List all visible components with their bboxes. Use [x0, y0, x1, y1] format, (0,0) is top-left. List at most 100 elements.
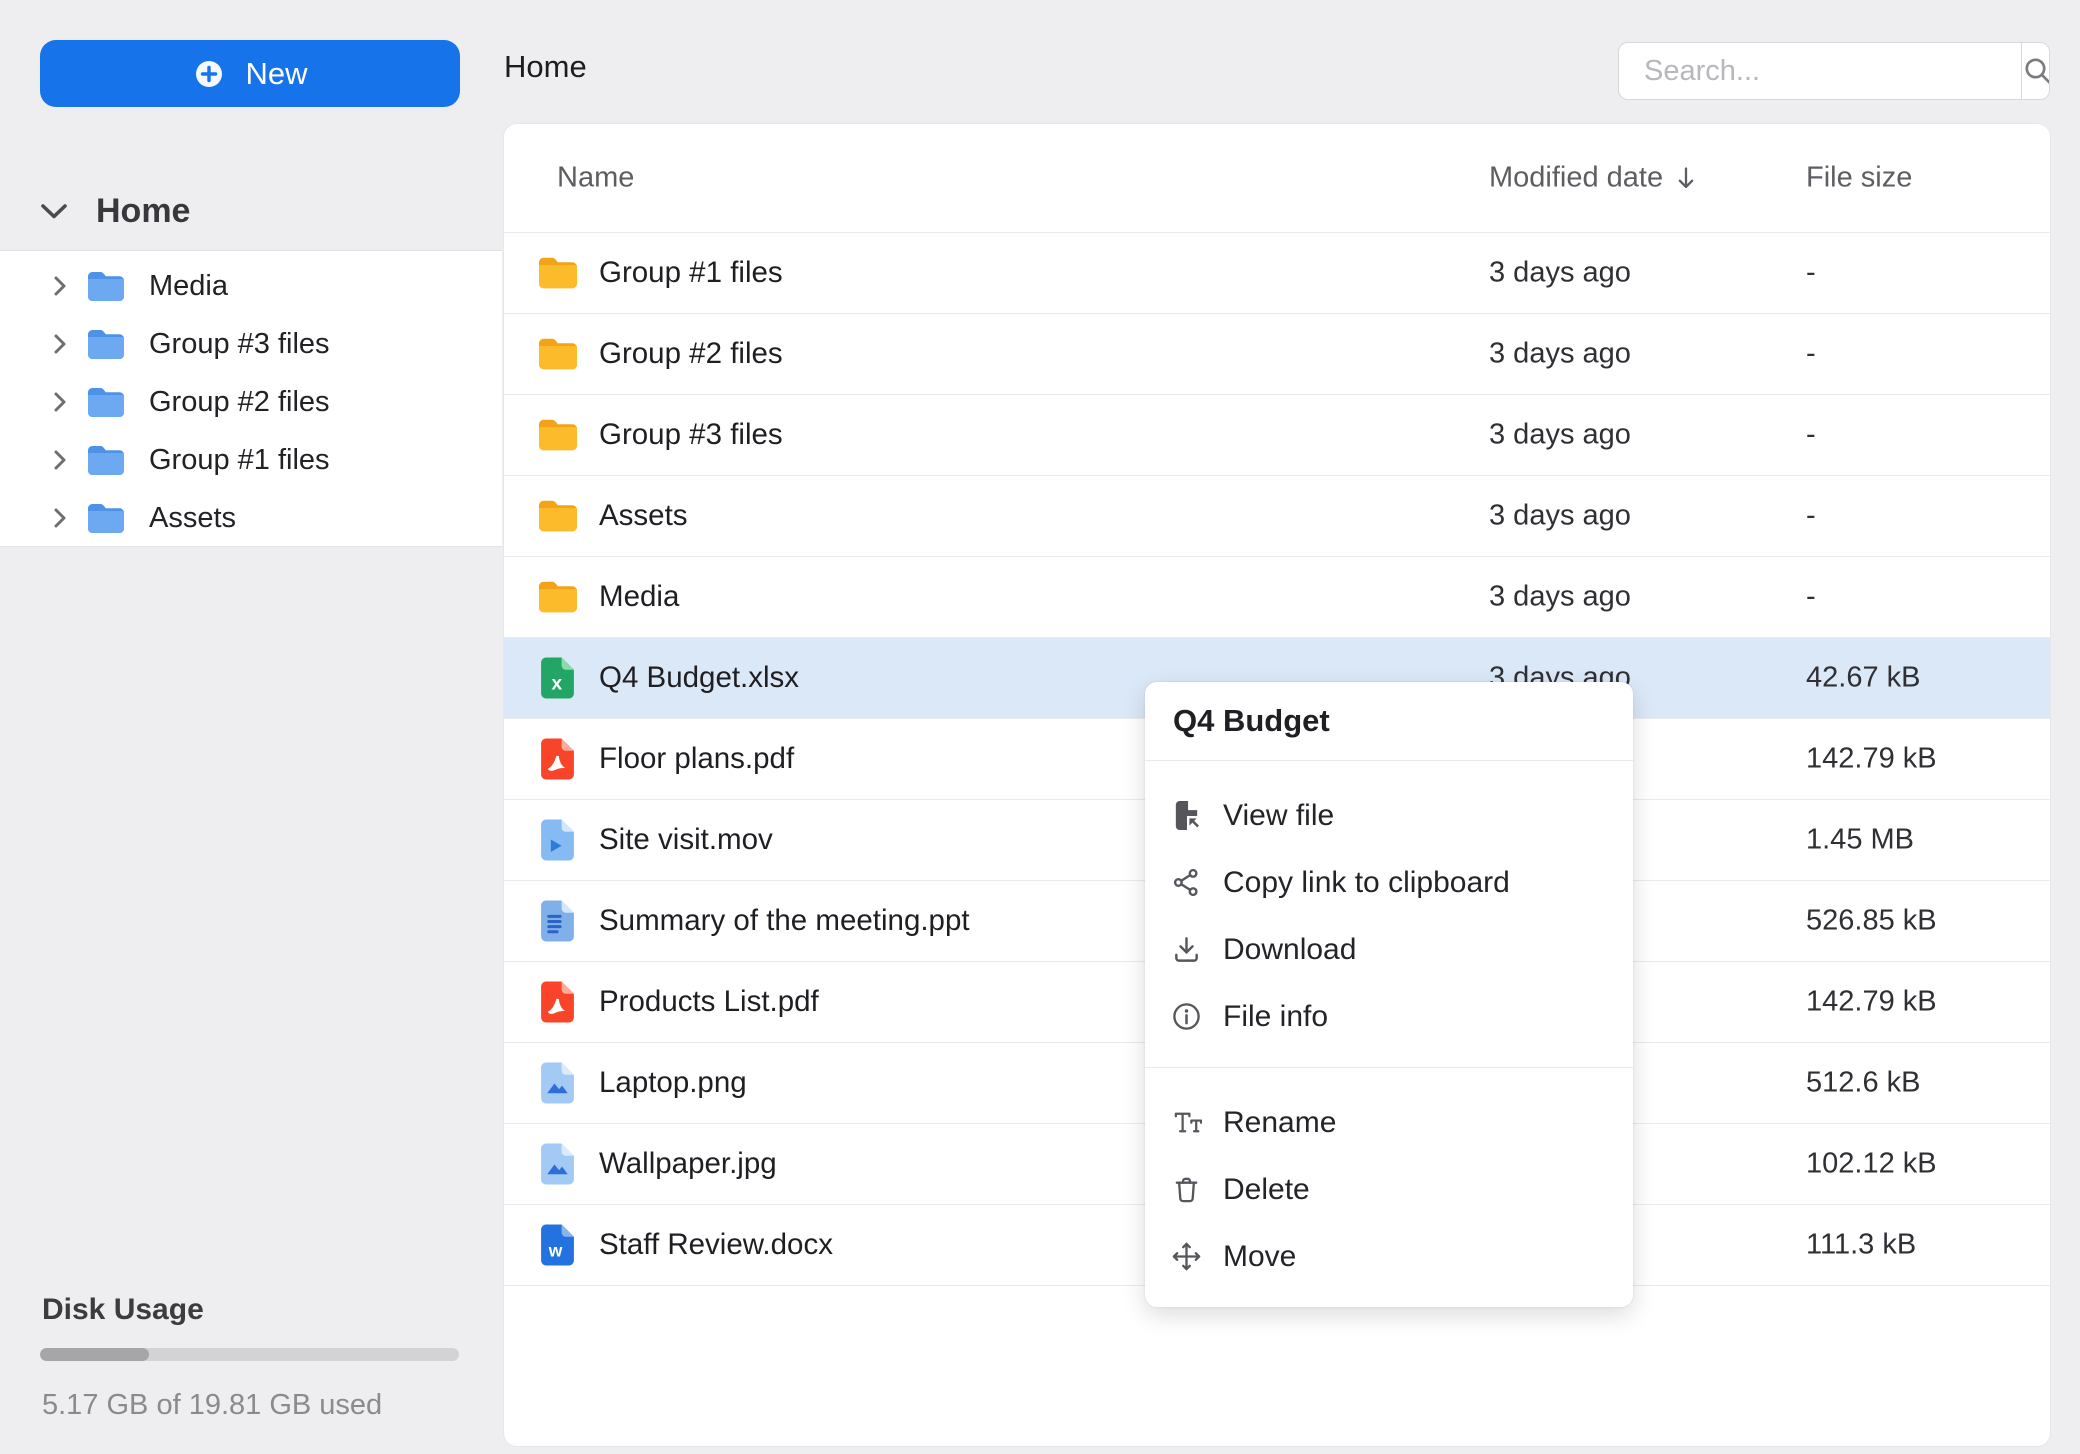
file-size: - — [1806, 499, 1816, 532]
menu-item-label: Move — [1223, 1239, 1297, 1273]
search-icon — [2022, 55, 2049, 87]
sidebar-home-header[interactable]: Home — [40, 192, 190, 231]
folder-icon — [88, 445, 124, 475]
file-name: Group #3 files — [599, 418, 783, 451]
column-header-name[interactable]: Name — [557, 162, 634, 195]
menu-item-rename[interactable]: Rename — [1145, 1089, 1633, 1156]
file-size: - — [1806, 256, 1816, 289]
file-size: - — [1806, 580, 1816, 613]
folder-icon — [88, 329, 124, 359]
search-box — [1618, 42, 2050, 100]
info-icon — [1171, 1001, 1202, 1032]
docx-file-icon: w — [541, 1224, 574, 1266]
menu-item-label: File info — [1223, 999, 1329, 1033]
sidebar-item-group-1-files[interactable]: Group #1 files — [0, 431, 502, 489]
file-size: 142.79 kB — [1806, 742, 1937, 775]
file-size: 142.79 kB — [1806, 985, 1937, 1018]
file-modified: 3 days ago — [1489, 580, 1631, 613]
search-button[interactable] — [2021, 43, 2049, 99]
chevron-right-icon[interactable] — [53, 275, 67, 297]
file-name: Summary of the meeting.ppt — [599, 904, 970, 937]
breadcrumb[interactable]: Home — [504, 49, 587, 85]
disk-usage-text: 5.17 GB of 19.81 GB used — [42, 1389, 383, 1421]
sidebar-item-assets[interactable]: Assets — [0, 489, 502, 547]
sidebar-item-group-3-files[interactable]: Group #3 files — [0, 315, 502, 373]
folder-icon — [539, 257, 577, 289]
menu-item-delete[interactable]: Delete — [1145, 1156, 1633, 1223]
menu-item-view-file[interactable]: View file — [1145, 782, 1633, 849]
folder-icon — [539, 338, 577, 370]
video-file-icon — [541, 819, 574, 861]
file-name: Media — [599, 580, 680, 613]
file-size: - — [1806, 337, 1816, 370]
file-name: Staff Review.docx — [599, 1228, 833, 1261]
chevron-down-icon — [40, 203, 68, 220]
file-size: 102.12 kB — [1806, 1147, 1937, 1180]
folder-icon — [88, 503, 124, 533]
table-row-group-3-files[interactable]: Group #3 files 3 days ago - — [504, 395, 2050, 476]
table-row-assets[interactable]: Assets 3 days ago - — [504, 476, 2050, 557]
disk-usage-title: Disk Usage — [42, 1293, 204, 1326]
file-name: Products List.pdf — [599, 985, 819, 1018]
context-menu-title: Q4 Budget — [1145, 682, 1633, 761]
xlsx-file-icon: x — [541, 657, 574, 699]
table-row-group-1-files[interactable]: Group #1 files 3 days ago - — [504, 233, 2050, 314]
folder-icon — [539, 500, 577, 532]
file-modified: 3 days ago — [1489, 337, 1631, 370]
pdf-file-icon — [541, 738, 574, 780]
table-row-group-2-files[interactable]: Group #2 files 3 days ago - — [504, 314, 2050, 395]
sidebar-item-label: Group #3 files — [149, 327, 330, 360]
chevron-right-icon[interactable] — [53, 333, 67, 355]
file-name: Group #2 files — [599, 337, 783, 370]
context-menu: Q4 Budget View file Copy link to clipboa… — [1145, 682, 1633, 1307]
menu-item-move[interactable]: Move — [1145, 1223, 1633, 1290]
column-header-modified[interactable]: Modified date — [1489, 162, 1697, 195]
column-header-modified-label: Modified date — [1489, 161, 1664, 194]
sidebar-item-label: Media — [149, 269, 228, 302]
file-name: Site visit.mov — [599, 823, 773, 856]
disk-usage-progressbar — [40, 1348, 459, 1361]
table-row-media[interactable]: Media 3 days ago - — [504, 557, 2050, 638]
file-size: - — [1806, 418, 1816, 451]
context-menu-section-primary: View file Copy link to clipboard Downloa… — [1145, 761, 1633, 1067]
svg-text:x: x — [551, 672, 562, 694]
image-file-icon — [541, 1062, 574, 1104]
folder-icon — [539, 581, 577, 613]
plus-circle-icon — [192, 57, 226, 91]
file-modified: 3 days ago — [1489, 256, 1631, 289]
new-button[interactable]: New — [40, 40, 460, 107]
sidebar-item-label: Group #2 files — [149, 385, 330, 418]
column-header-size[interactable]: File size — [1806, 162, 1912, 195]
search-input[interactable] — [1619, 43, 2021, 99]
menu-item-copy-link[interactable]: Copy link to clipboard — [1145, 849, 1633, 916]
sidebar-item-label: Assets — [149, 501, 237, 534]
view-file-icon — [1171, 800, 1202, 831]
sidebar-home-label: Home — [96, 192, 191, 230]
table-header-row: Name Modified date File size — [504, 124, 2050, 233]
chevron-right-icon[interactable] — [53, 449, 67, 471]
file-size: 111.3 kB — [1806, 1228, 1917, 1261]
ppt-file-icon — [541, 900, 574, 942]
file-size: 512.6 kB — [1806, 1066, 1921, 1099]
chevron-right-icon[interactable] — [53, 507, 67, 529]
file-size: 42.67 kB — [1806, 661, 1921, 694]
menu-item-label: Delete — [1223, 1172, 1310, 1206]
file-name: Wallpaper.jpg — [599, 1147, 777, 1180]
svg-text:w: w — [548, 1240, 563, 1260]
move-icon — [1171, 1241, 1202, 1272]
file-name: Floor plans.pdf — [599, 742, 795, 775]
download-icon — [1171, 934, 1202, 965]
menu-item-label: Copy link to clipboard — [1223, 865, 1510, 899]
folder-icon — [88, 387, 124, 417]
sidebar-item-group-2-files[interactable]: Group #2 files — [0, 373, 502, 431]
menu-item-download[interactable]: Download — [1145, 916, 1633, 983]
sidebar-item-media[interactable]: Media — [0, 257, 502, 315]
trash-icon — [1171, 1174, 1202, 1205]
context-menu-section-secondary: Rename Delete Move — [1145, 1067, 1633, 1307]
menu-item-file-info[interactable]: File info — [1145, 983, 1633, 1050]
chevron-right-icon[interactable] — [53, 391, 67, 413]
new-button-label: New — [245, 55, 308, 91]
pdf-file-icon — [541, 981, 574, 1023]
file-modified: 3 days ago — [1489, 499, 1631, 532]
image-file-icon — [541, 1143, 574, 1185]
